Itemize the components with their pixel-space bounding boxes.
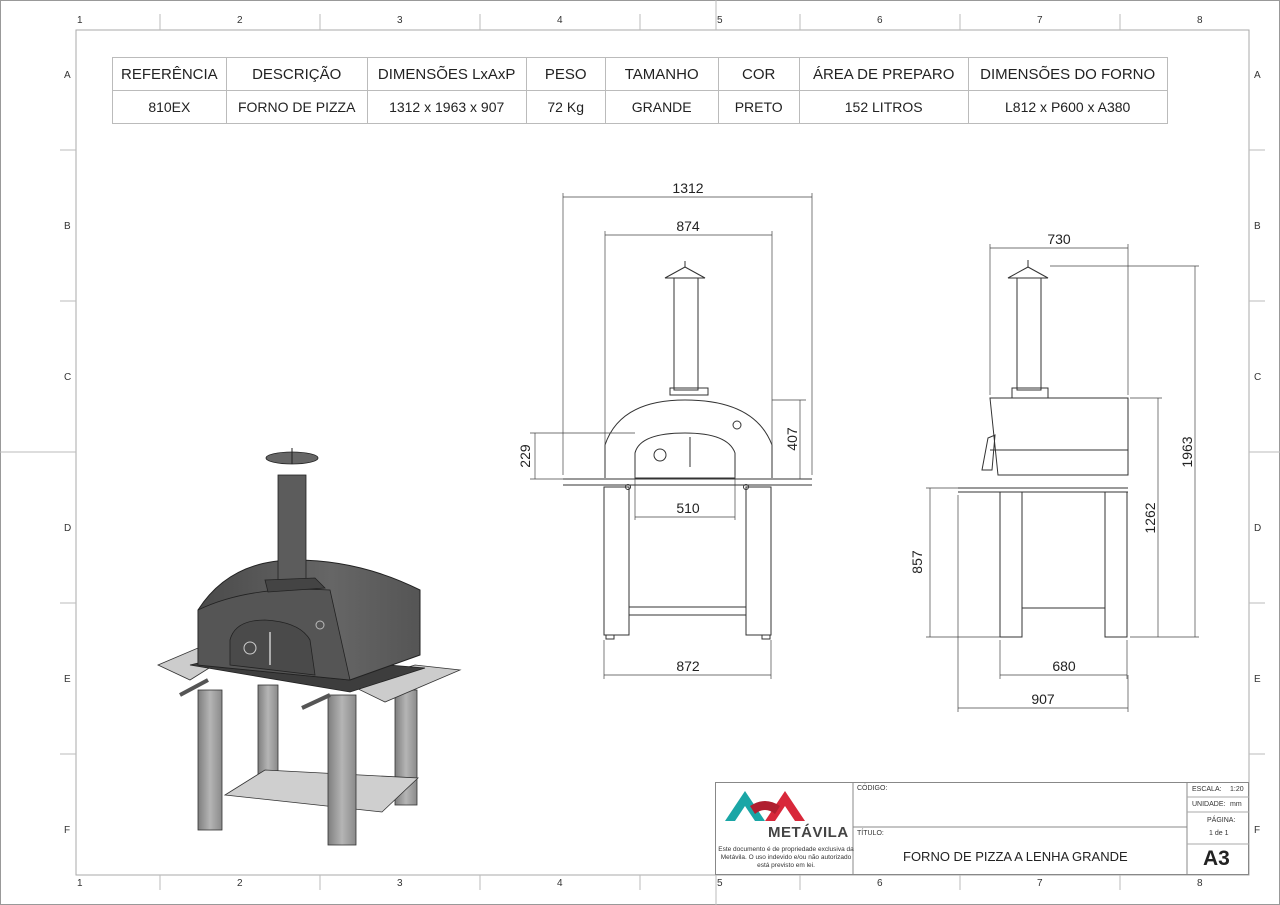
- spec-header: COR: [717, 57, 800, 91]
- side-oven-body: [989, 397, 1129, 476]
- isometric-view: [157, 448, 462, 846]
- front-thermometer-icon: [653, 448, 667, 462]
- spec-value: GRANDE: [604, 90, 719, 124]
- spec-header: DIMENSÕES DO FORNO: [967, 57, 1168, 91]
- unidade-label: UNIDADE:: [1192, 801, 1226, 808]
- ruler-row-c-right: C: [1254, 372, 1262, 383]
- ruler-col-7: 7: [1037, 15, 1043, 26]
- spec-header: TAMANHO: [604, 57, 719, 91]
- dim-door-height: 229: [517, 444, 533, 468]
- side-front-leg: [999, 491, 1023, 638]
- ruler-col-1: 1: [77, 15, 83, 26]
- unidade-value: mm: [1230, 801, 1242, 808]
- dim-stand-depth: 680: [1052, 658, 1076, 674]
- disclaimer-text: Este documento é de propriedade exclusiv…: [718, 846, 854, 869]
- ruler-col-5: 5: [717, 15, 723, 26]
- ruler-col-7-bottom: 7: [1037, 878, 1043, 889]
- ruler-col-8-bottom: 8: [1197, 878, 1203, 889]
- side-back-leg: [1104, 491, 1128, 638]
- drawing-sheet: 1 2 3 4 5 6 7 8 1 2 3 4 5 6 7 8 A B C D …: [0, 0, 1280, 905]
- spec-value: 152 LITROS: [798, 90, 969, 124]
- spec-value: 810EX: [112, 90, 227, 124]
- side-door-handle: [981, 434, 996, 471]
- front-chimney-cap: [664, 266, 706, 279]
- front-view: 1312 874 407 229 510 872: [517, 180, 813, 679]
- side-chimney-cap: [1007, 266, 1049, 279]
- metavila-logo-icon: [725, 791, 805, 821]
- dim-top-depth: 730: [1047, 231, 1071, 247]
- spec-value-row: 810EX FORNO DE PIZZA 1312 x 1963 x 907 7…: [112, 90, 1168, 124]
- dim-dome-width: 874: [676, 218, 700, 234]
- spec-table: REFERÊNCIA DESCRIÇÃO DIMENSÕES LxAxP PES…: [112, 57, 1168, 124]
- company-name: METÁVILA: [768, 824, 849, 841]
- ruler-row-e-right: E: [1254, 674, 1261, 685]
- ruler-row-b: B: [64, 221, 71, 232]
- dim-counter-height: 857: [909, 550, 925, 574]
- codigo-label: CÓDIGO:: [857, 785, 888, 792]
- front-door: [634, 432, 736, 479]
- front-left-leg: [603, 486, 630, 636]
- dim-table-height: 1262: [1142, 502, 1158, 533]
- ruler-col-6-bottom: 6: [877, 878, 883, 889]
- ruler-col-3-bottom: 3: [397, 878, 403, 889]
- ruler-col-1-bottom: 1: [77, 878, 83, 889]
- ruler-row-d-right: D: [1254, 523, 1262, 534]
- ruler-col-8: 8: [1197, 15, 1203, 26]
- ruler-col-6: 6: [877, 15, 883, 26]
- ruler-row-b-right: B: [1254, 221, 1261, 232]
- ruler-row-c: C: [64, 372, 72, 383]
- bottom-shelf: [223, 769, 419, 813]
- ruler-row-a: A: [64, 70, 71, 81]
- ruler-row-f: F: [64, 825, 71, 836]
- dim-total-height: 1963: [1179, 436, 1195, 467]
- dim-overall-depth: 907: [1031, 691, 1055, 707]
- right-handle: [301, 693, 331, 710]
- ruler-col-2-bottom: 2: [237, 878, 243, 889]
- spec-header: DESCRIÇÃO: [225, 57, 368, 91]
- spec-header-row: REFERÊNCIA DESCRIÇÃO DIMENSÕES LxAxP PES…: [112, 57, 1168, 91]
- spec-value: 72 Kg: [525, 90, 606, 124]
- dim-oven-height: 407: [784, 427, 800, 451]
- dim-stand-width: 872: [676, 658, 700, 674]
- front-vent-icon: [732, 420, 742, 430]
- side-view: 730 1963 1262 857 680 907: [909, 231, 1199, 712]
- spec-header: REFERÊNCIA: [112, 57, 227, 91]
- ruler-col-2: 2: [237, 15, 243, 26]
- spec-header: DIMENSÕES LxAxP: [366, 57, 527, 91]
- escala-label: ESCALA:: [1192, 786, 1222, 793]
- drawing-title: FORNO DE PIZZA A LENHA GRANDE: [903, 849, 1128, 864]
- front-left-leg: [197, 689, 223, 831]
- dim-door-width: 510: [676, 500, 700, 516]
- escala-value: 1:20: [1230, 786, 1244, 793]
- ruler-col-5-bottom: 5: [717, 878, 723, 889]
- back-left-leg: [257, 684, 279, 776]
- spec-header: PESO: [525, 57, 606, 91]
- ruler-row-f-right: F: [1254, 825, 1261, 836]
- sheet-size: A3: [1203, 847, 1230, 870]
- spec-value: PRETO: [717, 90, 800, 124]
- ruler-row-d: D: [64, 523, 72, 534]
- spec-value: 1312 x 1963 x 907: [366, 90, 527, 124]
- side-chimney: [1016, 277, 1042, 391]
- front-right-leg: [745, 486, 772, 636]
- dim-overall-width: 1312: [672, 180, 703, 196]
- pagina-value: 1 de 1: [1209, 830, 1229, 837]
- titulo-label: TÍTULO:: [857, 830, 884, 837]
- chimney: [277, 474, 307, 581]
- ruler-row-e: E: [64, 674, 71, 685]
- ruler-row-a-right: A: [1254, 70, 1261, 81]
- front-right-leg: [327, 694, 357, 846]
- spec-value: FORNO DE PIZZA: [225, 90, 368, 124]
- ruler-col-4-bottom: 4: [557, 878, 563, 889]
- ruler-col-4: 4: [557, 15, 563, 26]
- spec-value: L812 x P600 x A380: [967, 90, 1168, 124]
- spec-header: ÁREA DE PREPARO: [798, 57, 969, 91]
- pagina-label: PÁGINA:: [1207, 817, 1236, 824]
- front-chimney: [673, 277, 699, 391]
- ruler-col-3: 3: [397, 15, 403, 26]
- front-dome: [604, 399, 773, 478]
